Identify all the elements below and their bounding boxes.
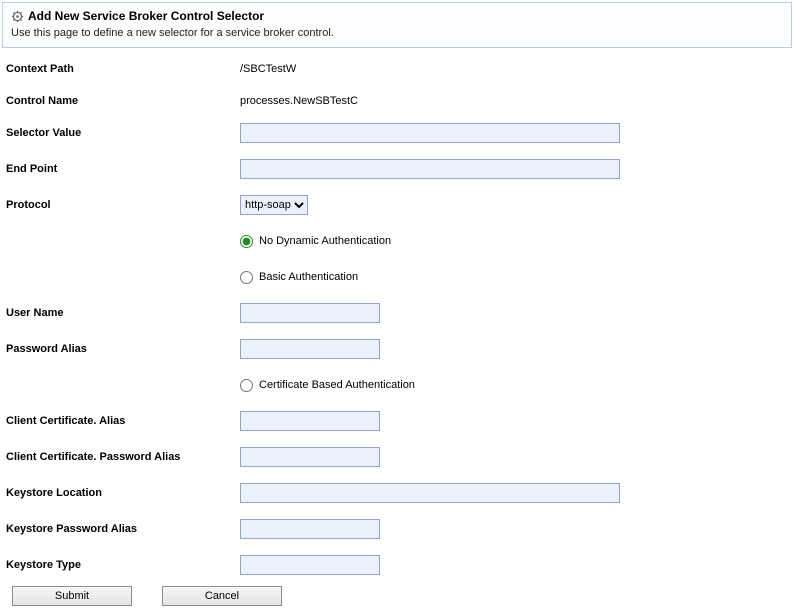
page-title-text: Add New Service Broker Control Selector bbox=[28, 9, 264, 23]
client-cert-alias-label: Client Certificate. Alias bbox=[6, 415, 240, 427]
password-alias-label: Password Alias bbox=[6, 343, 240, 355]
page-description: Use this page to define a new selector f… bbox=[11, 27, 783, 39]
client-cert-alias-input[interactable] bbox=[240, 411, 380, 431]
keystore-pw-alias-label: Keystore Password Alias bbox=[6, 523, 240, 535]
selector-value-label: Selector Value bbox=[6, 127, 240, 139]
user-name-input[interactable] bbox=[240, 303, 380, 323]
auth-cert-label: Certificate Based Authentication bbox=[259, 379, 415, 391]
auth-basic-label: Basic Authentication bbox=[259, 271, 358, 283]
client-cert-pw-alias-input[interactable] bbox=[240, 447, 380, 467]
page-title: Add New Service Broker Control Selector bbox=[11, 9, 783, 23]
keystore-type-label: Keystore Type bbox=[6, 559, 240, 571]
keystore-location-label: Keystore Location bbox=[6, 487, 240, 499]
header-panel: Add New Service Broker Control Selector … bbox=[2, 2, 792, 48]
protocol-label: Protocol bbox=[6, 199, 240, 211]
keystore-type-input[interactable] bbox=[240, 555, 380, 575]
keystore-location-input[interactable] bbox=[240, 483, 620, 503]
cancel-button[interactable]: Cancel bbox=[162, 586, 282, 606]
auth-cert-radio[interactable] bbox=[240, 379, 253, 392]
control-name-label: Control Name bbox=[6, 95, 240, 107]
form: Context Path /SBCTestW Control Name proc… bbox=[2, 58, 792, 606]
selector-value-input[interactable] bbox=[240, 123, 620, 143]
control-name-value: processes.NewSBTestC bbox=[240, 95, 358, 107]
auth-no-dynamic-radio[interactable] bbox=[240, 235, 253, 248]
end-point-label: End Point bbox=[6, 163, 240, 175]
keystore-pw-alias-input[interactable] bbox=[240, 519, 380, 539]
submit-button[interactable]: Submit bbox=[12, 586, 132, 606]
protocol-select[interactable]: http-soap bbox=[240, 195, 308, 215]
gear-icon bbox=[11, 10, 24, 23]
end-point-input[interactable] bbox=[240, 159, 620, 179]
context-path-label: Context Path bbox=[6, 63, 240, 75]
client-cert-pw-alias-label: Client Certificate. Password Alias bbox=[6, 451, 240, 463]
auth-no-dynamic-label: No Dynamic Authentication bbox=[259, 235, 391, 247]
user-name-label: User Name bbox=[6, 307, 240, 319]
auth-basic-radio[interactable] bbox=[240, 271, 253, 284]
password-alias-input[interactable] bbox=[240, 339, 380, 359]
context-path-value: /SBCTestW bbox=[240, 63, 296, 75]
